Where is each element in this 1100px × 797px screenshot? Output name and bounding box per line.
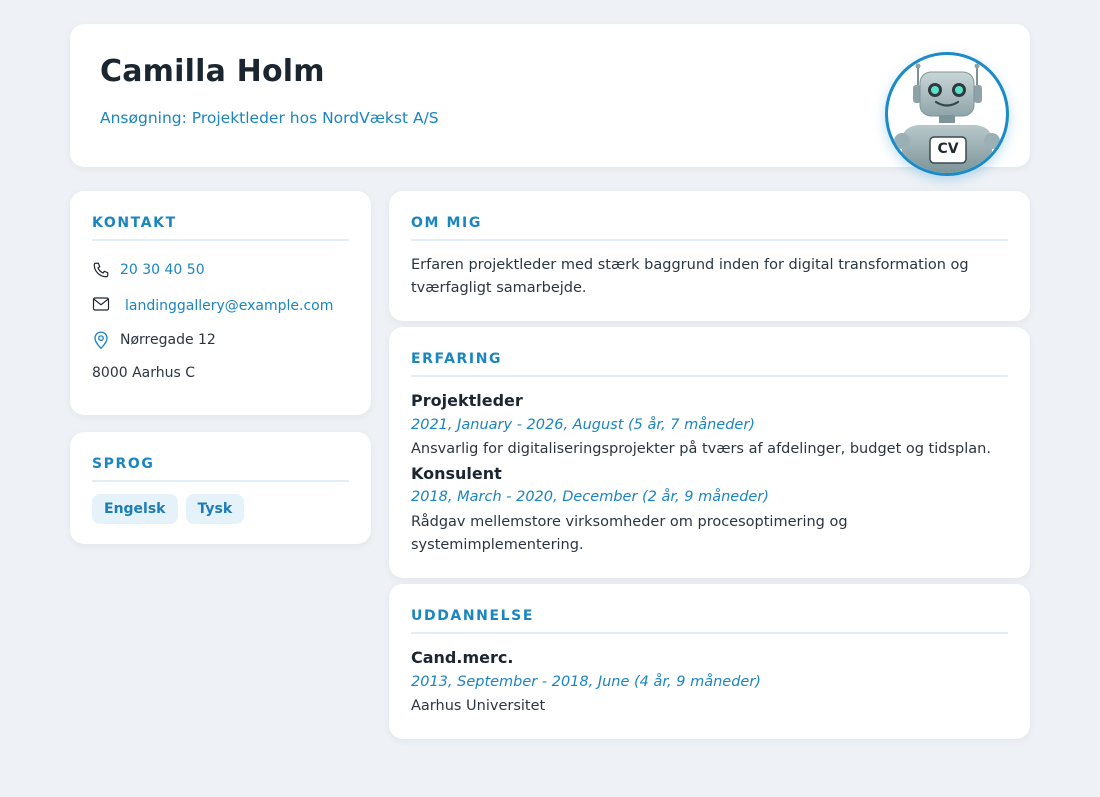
location-pin-icon: [94, 331, 108, 350]
divider: [411, 632, 1008, 634]
education-period: 2013, September - 2018, June (4 år, 9 må…: [411, 674, 761, 690]
job-period: 2021, January - 2026, August (5 år, 7 må…: [411, 417, 755, 433]
job-description: Rådgav mellemstore virksomheder om proce…: [411, 514, 848, 553]
language-chip-english: Engelsk: [92, 494, 178, 524]
contact-phone-row[interactable]: 20 30 40 50: [92, 261, 205, 279]
divider: [411, 375, 1008, 377]
section-title-about: OM MIG: [411, 215, 482, 231]
phone-icon: [93, 262, 109, 278]
experience-card: ERFARING Projektleder 2021, January - 20…: [389, 327, 1030, 578]
about-card: OM MIG Erfaren projektleder med stærk ba…: [389, 191, 1030, 321]
job-period: 2018, March - 2020, December (2 år, 9 må…: [411, 489, 769, 505]
contact-address-row-2: 8000 Aarhus C: [92, 365, 195, 381]
divider: [92, 239, 349, 241]
phone-link[interactable]: 20 30 40 50: [120, 262, 205, 278]
email-link[interactable]: landinggallery@example.com: [125, 298, 333, 314]
contact-email-row[interactable]: landinggallery@example.com: [92, 294, 333, 314]
section-title-contact: KONTAKT: [92, 215, 177, 231]
divider: [92, 480, 349, 482]
job-description: Ansvarlig for digitaliseringsprojekter p…: [411, 441, 991, 457]
education-card: UDDANNELSE Cand.merc. 2013, September - …: [389, 584, 1030, 739]
language-chip-german: Tysk: [185, 494, 245, 524]
mail-icon: [92, 297, 110, 311]
education-degree: Cand.merc.: [411, 648, 514, 667]
contact-card: KONTAKT 20 30 40 50 landinggallery@examp…: [70, 191, 371, 415]
languages-card: SPROG Engelsk Tysk: [70, 432, 371, 544]
language-list: Engelsk Tysk: [92, 494, 245, 524]
address-line-1: Nørregade 12: [120, 332, 216, 348]
application-subtitle: Ansøgning: Projektleder hos NordVækst A/…: [100, 109, 439, 127]
job-title: Konsulent: [411, 464, 502, 483]
address-line-2: 8000 Aarhus C: [92, 365, 196, 381]
section-title-experience: ERFARING: [411, 351, 503, 367]
section-title-languages: SPROG: [92, 456, 155, 472]
job-title: Projektleder: [411, 391, 523, 410]
cv-badge-label: CV: [937, 141, 959, 157]
divider: [411, 239, 1008, 241]
about-text: Erfaren projektleder med stærk baggrund …: [411, 257, 969, 296]
applicant-name: Camilla Holm: [100, 54, 325, 89]
avatar: CV: [885, 52, 1009, 176]
section-title-education: UDDANNELSE: [411, 608, 535, 624]
education-institution: Aarhus Universitet: [411, 698, 546, 714]
contact-address-row: Nørregade 12: [92, 330, 216, 350]
header-card: Camilla Holm Ansøgning: Projektleder hos…: [70, 24, 1030, 176]
